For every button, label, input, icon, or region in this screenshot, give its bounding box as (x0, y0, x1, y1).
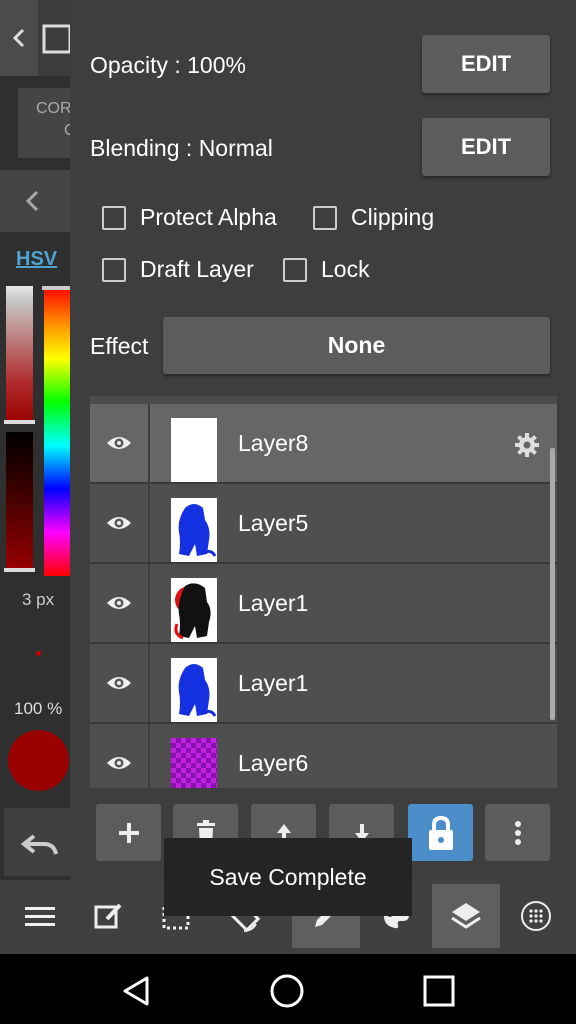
visibility-toggle[interactable] (90, 484, 150, 562)
grid-button[interactable] (502, 884, 570, 948)
frame-button[interactable] (38, 0, 72, 76)
hue-handle[interactable] (42, 286, 70, 290)
layer-name: Layer1 (238, 670, 309, 696)
effect-button[interactable]: None (163, 317, 550, 374)
layer-row[interactable]: Layer5 (90, 484, 557, 564)
visibility-toggle[interactable] (90, 564, 150, 642)
layer-name: Layer6 (238, 750, 309, 776)
eye-icon (107, 757, 131, 769)
layer-thumbnail (171, 418, 217, 482)
clipping-label: Clipping (351, 204, 435, 230)
layer-name: Layer1 (238, 590, 309, 616)
layer-thumbnail (171, 658, 217, 722)
correction-button[interactable]: COR C (18, 88, 76, 158)
saturation-handle[interactable] (4, 420, 35, 424)
collapse-button[interactable] (0, 0, 38, 76)
hue-slider[interactable] (44, 286, 70, 576)
visibility-toggle[interactable] (90, 404, 150, 482)
layer-row[interactable]: Layer1 (90, 564, 557, 644)
visibility-toggle[interactable] (90, 644, 150, 722)
edit-button[interactable] (74, 884, 142, 948)
saturation-slider[interactable] (6, 286, 33, 424)
draft-layer-label: Draft Layer (140, 256, 254, 282)
add-layer-button[interactable] (96, 804, 161, 861)
opacity-edit-button[interactable]: EDIT (422, 35, 550, 93)
visibility-toggle[interactable] (90, 724, 150, 788)
left-sidebar: COR C HSV 3 px 100 % (0, 0, 76, 880)
layer-thumbnail (171, 498, 217, 562)
menu-icon (25, 907, 55, 926)
eye-icon (107, 437, 131, 449)
value-slider[interactable] (6, 432, 33, 572)
layer-thumbnail (171, 738, 217, 788)
chevron-left-icon (25, 190, 39, 212)
layer-row[interactable]: Layer8 (90, 404, 557, 484)
layer-name: Layer8 (238, 430, 309, 456)
frame-icon (42, 24, 72, 54)
more-options-button[interactable] (485, 804, 550, 861)
layer-name: Layer5 (238, 510, 309, 536)
color-mode-tab[interactable]: HSV (16, 248, 57, 271)
more-icon (514, 820, 521, 845)
brush-preview (36, 651, 41, 656)
lock-checkbox[interactable]: Lock (283, 256, 370, 283)
save-complete-toast: Save Complete (164, 838, 412, 916)
brush-size: 3 px (22, 590, 55, 609)
system-nav-bar (0, 954, 576, 1024)
layer-list[interactable]: Layer8 Layer5 Layer1 Layer1 Layer6 (90, 396, 557, 788)
gear-icon[interactable] (514, 432, 540, 458)
layers-icon (451, 903, 481, 929)
recents-icon (423, 975, 455, 1007)
lock-label: Lock (321, 256, 370, 282)
current-color[interactable] (8, 730, 69, 791)
clipping-checkbox[interactable]: Clipping (313, 204, 434, 231)
undo-icon (20, 834, 58, 855)
draft-layer-checkbox[interactable]: Draft Layer (102, 256, 254, 283)
layer-panel: Opacity : 100% EDIT Blending : Normal ED… (70, 0, 576, 880)
layer-row[interactable]: Layer6 (90, 724, 557, 788)
menu-button[interactable] (6, 884, 74, 948)
blending-label: Blending : Normal (90, 135, 273, 161)
lock-layer-button[interactable] (408, 804, 473, 861)
protect-alpha-checkbox[interactable]: Protect Alpha (102, 204, 277, 231)
edit-icon (94, 903, 122, 929)
checkbox-box (102, 205, 126, 230)
brush-opacity: 100 % (14, 699, 63, 718)
layer-thumbnail (171, 578, 217, 642)
protect-alpha-label: Protect Alpha (140, 204, 277, 230)
home-button[interactable] (264, 968, 310, 1014)
add-icon (118, 822, 139, 843)
undo-button[interactable] (4, 808, 70, 876)
correction-label: COR (36, 100, 72, 117)
checkbox-box (102, 257, 126, 282)
checkbox-box (283, 257, 307, 282)
layer-row[interactable]: Layer1 (90, 644, 557, 724)
home-icon (270, 974, 304, 1008)
color-panel-back[interactable] (0, 170, 70, 232)
chevron-left-icon (12, 28, 25, 48)
grid-icon (521, 901, 551, 931)
recents-button[interactable] (416, 968, 462, 1014)
eye-icon (107, 517, 131, 529)
layer-list-scrollbar[interactable] (550, 448, 555, 720)
effect-label: Effect (90, 333, 149, 359)
checkbox-box (313, 205, 337, 230)
lock-icon (428, 815, 453, 850)
eye-icon (107, 677, 131, 689)
eye-icon (107, 597, 131, 609)
back-button[interactable] (113, 968, 159, 1014)
correction-sub: C (36, 120, 76, 142)
layers-button[interactable] (432, 884, 500, 948)
value-handle[interactable] (4, 568, 35, 572)
opacity-label: Opacity : 100% (90, 52, 246, 78)
blending-edit-button[interactable]: EDIT (422, 118, 550, 176)
back-icon (123, 976, 149, 1006)
